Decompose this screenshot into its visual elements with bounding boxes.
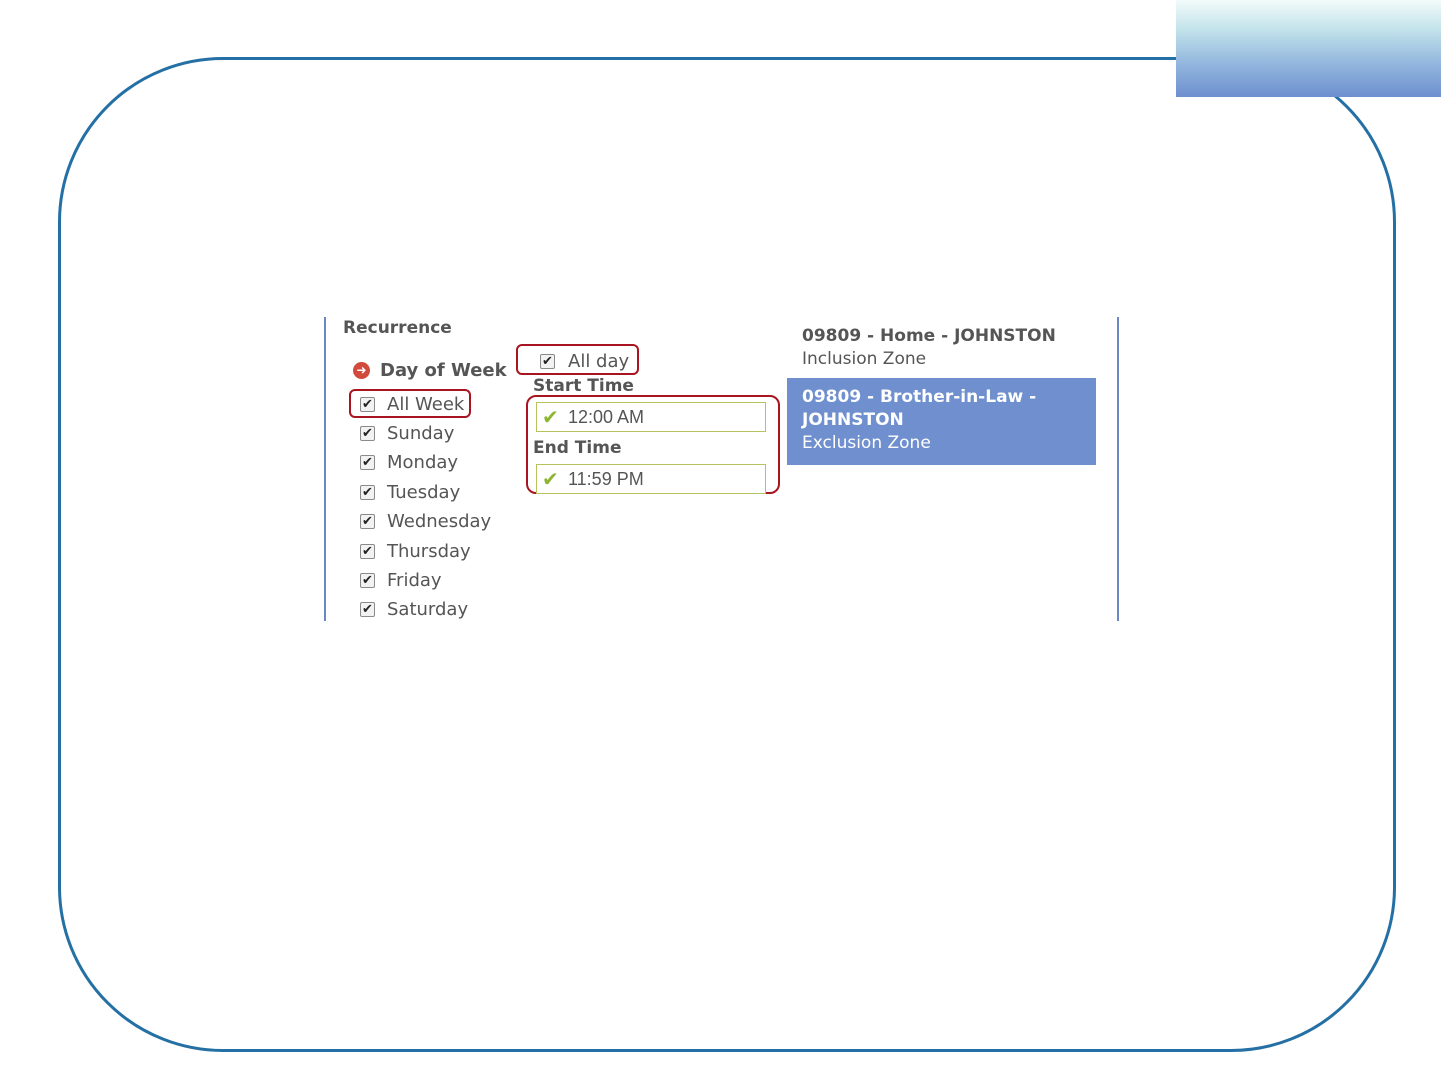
zone-type: Inclusion Zone <box>802 349 927 369</box>
recurrence-title: Recurrence <box>343 318 452 338</box>
start-time-value: 12:00 AM <box>568 406 645 427</box>
start-time-input[interactable]: ✔ 12:00 AM <box>536 402 766 432</box>
checkbox-icon: ✔ <box>360 601 375 617</box>
zone-item-brother-in-law[interactable]: 09809 - Brother-in-Law - JOHNSTON Exclus… <box>787 378 1096 465</box>
day-checkbox-saturday[interactable]: ✔ Saturday <box>360 597 468 621</box>
day-label: Saturday <box>387 598 469 620</box>
day-checkbox-thursday[interactable]: ✔ Thursday <box>360 539 471 563</box>
day-label: Friday <box>387 569 442 591</box>
end-time-input[interactable]: ✔ 11:59 PM <box>536 464 766 494</box>
checkbox-icon: ✔ <box>360 425 375 441</box>
recurrence-panel: Recurrence ➜ Day of Week ✔ All Week ✔ Su… <box>324 317 1119 621</box>
all-week-label: All Week <box>387 393 465 415</box>
day-checkbox-tuesday[interactable]: ✔ Tuesday <box>360 480 460 504</box>
check-icon: ✔ <box>542 467 559 491</box>
end-time-label: End Time <box>533 438 622 458</box>
checkbox-icon: ✔ <box>540 353 555 369</box>
all-week-checkbox[interactable]: ✔ All Week <box>360 392 464 416</box>
check-icon: ✔ <box>542 405 559 429</box>
checkbox-icon: ✔ <box>360 513 375 529</box>
checkbox-icon: ✔ <box>360 396 375 412</box>
zone-item-home[interactable]: 09809 - Home - JOHNSTON Inclusion Zone <box>787 319 1096 379</box>
checkbox-icon: ✔ <box>360 572 375 588</box>
day-of-week-title: Day of Week <box>380 360 507 381</box>
checkbox-icon: ✔ <box>360 484 375 500</box>
day-label: Thursday <box>387 540 471 562</box>
checkbox-icon: ✔ <box>360 454 375 470</box>
day-label: Monday <box>387 451 459 473</box>
day-checkbox-monday[interactable]: ✔ Monday <box>360 450 458 474</box>
corner-decoration <box>1176 0 1441 97</box>
day-label: Tuesday <box>387 481 461 503</box>
day-checkbox-sunday[interactable]: ✔ Sunday <box>360 421 454 445</box>
day-label: Sunday <box>387 422 455 444</box>
day-checkbox-wednesday[interactable]: ✔ Wednesday <box>360 509 491 533</box>
all-day-checkbox[interactable]: ✔ All day <box>540 349 629 373</box>
arrow-right-circle-icon: ➜ <box>353 362 370 379</box>
day-checkbox-friday[interactable]: ✔ Friday <box>360 568 442 592</box>
zone-title: 09809 - Home - JOHNSTON <box>802 326 1056 346</box>
start-time-label: Start Time <box>533 376 634 396</box>
checkbox-icon: ✔ <box>360 543 375 559</box>
day-label: Wednesday <box>387 510 492 532</box>
all-day-label: All day <box>568 350 630 372</box>
zone-type: Exclusion Zone <box>802 433 931 453</box>
zone-title: 09809 - Brother-in-Law - JOHNSTON <box>802 387 1037 430</box>
day-of-week-header[interactable]: ➜ Day of Week <box>353 360 507 381</box>
end-time-value: 11:59 PM <box>568 468 644 489</box>
